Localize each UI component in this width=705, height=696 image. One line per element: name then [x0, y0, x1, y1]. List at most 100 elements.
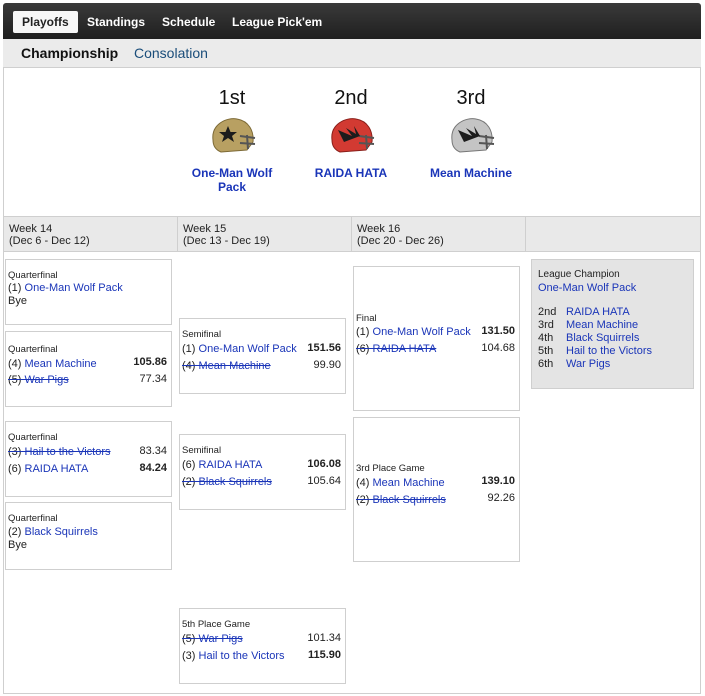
champion-team-link[interactable]: One-Man Wolf Pack	[538, 282, 636, 294]
round-label: Quarterfinal	[8, 513, 58, 524]
place-label: 2nd	[538, 306, 557, 318]
round-label: Quarterfinal	[8, 432, 58, 443]
team-row: (4) Mean Machine	[8, 358, 97, 370]
team-row: (1) One-Man Wolf Pack	[182, 343, 297, 355]
place-label: 2nd	[334, 87, 368, 109]
score: 77.34	[139, 373, 167, 385]
seed: (4)	[356, 477, 370, 489]
score: 139.10	[481, 475, 515, 487]
score: 101.34	[307, 632, 341, 644]
helmet-red-icon[interactable]	[326, 116, 376, 158]
podium-team-link[interactable]: One-Man Wolf Pack	[182, 166, 282, 194]
team-link[interactable]: One-Man Wolf Pack	[373, 326, 471, 338]
seed: (5)	[8, 374, 22, 386]
team-row: (6) RAIDA HATA	[8, 463, 88, 475]
score: 83.34	[139, 445, 167, 457]
team-link[interactable]: Hail to the Victors	[566, 345, 652, 357]
standing-row: 6th War Pigs	[538, 358, 610, 370]
team-link[interactable]: War Pigs	[566, 358, 610, 370]
team-link[interactable]: War Pigs	[199, 633, 243, 645]
team-link[interactable]: Mean Machine	[199, 360, 271, 372]
round-label: 5th Place Game	[182, 619, 251, 630]
seed: (2)	[8, 526, 22, 538]
team-link[interactable]: Black Squirrels	[373, 494, 446, 506]
team-link[interactable]: Black Squirrels	[199, 476, 272, 488]
matchup-quarterfinal-2: Quarterfinal (4) Mean Machine 105.86 (5)…	[5, 331, 172, 407]
team-link[interactable]: Mean Machine	[373, 477, 445, 489]
team-link[interactable]: One-Man Wolf Pack	[199, 343, 297, 355]
seed: (4)	[182, 360, 196, 372]
place-label: 6th	[538, 358, 554, 370]
week-dates: (Dec 13 - Dec 19)	[183, 235, 270, 247]
podium-team-link[interactable]: RAIDA HATA	[286, 166, 416, 180]
seed: (1)	[356, 326, 370, 338]
standing-row: 5th Hail to the Victors	[538, 345, 652, 357]
team-link[interactable]: RAIDA HATA	[199, 459, 263, 471]
week-title: Week 16	[357, 223, 401, 235]
seed: (6)	[356, 343, 370, 355]
tab-championship[interactable]: Championship	[21, 45, 118, 61]
tab-league-pickem[interactable]: League Pick'em	[223, 11, 331, 33]
team-row: (2) Black Squirrels	[8, 526, 98, 538]
standing-row: 3rd Mean Machine	[538, 319, 638, 331]
matchup-third-place: 3rd Place Game (4) Mean Machine 139.10 (…	[353, 417, 520, 562]
tab-standings[interactable]: Standings	[78, 11, 154, 33]
matchup-semifinal-1: Semifinal (1) One-Man Wolf Pack 151.56 (…	[179, 318, 346, 394]
team-row-eliminated: (2) Black Squirrels	[182, 476, 272, 488]
seed: (4)	[8, 358, 22, 370]
tab-playoffs[interactable]: Playoffs	[13, 11, 78, 33]
helmet-silver-icon[interactable]	[446, 116, 496, 158]
helmet-gold-icon[interactable]	[207, 116, 257, 158]
team-link[interactable]: RAIDA HATA	[373, 343, 437, 355]
podium-first: 1st One-Man Wolf Pack	[167, 87, 297, 194]
team-row-eliminated: (6) RAIDA HATA	[356, 343, 436, 355]
team-link[interactable]: RAIDA HATA	[566, 306, 630, 318]
place-label: 5th	[538, 345, 554, 357]
team-row-eliminated: (2) Black Squirrels	[356, 494, 446, 506]
seed: (6)	[8, 463, 22, 475]
podium-third: 3rd Mean Machine	[406, 87, 536, 180]
team-link[interactable]: Black Squirrels	[25, 526, 98, 538]
seed: (2)	[182, 476, 196, 488]
score: 115.90	[307, 649, 341, 661]
seed: (3)	[182, 650, 196, 662]
place-label: 4th	[538, 332, 554, 344]
place-label: 3rd	[456, 87, 486, 109]
league-champion-box: League Champion One-Man Wolf Pack 2nd RAI…	[531, 259, 694, 389]
matchup-quarterfinal-3: Quarterfinal (3) Hail to the Victors 83.…	[5, 421, 172, 497]
week-14-header: Week 14 (Dec 6 - Dec 12)	[4, 217, 178, 251]
score: 151.56	[307, 342, 341, 354]
team-link[interactable]: Hail to the Victors	[199, 650, 285, 662]
seed: (2)	[356, 494, 370, 506]
champion-label: League Champion	[538, 269, 620, 280]
team-row: (4) Mean Machine	[356, 477, 445, 489]
team-link[interactable]: Hail to the Victors	[25, 446, 111, 458]
podium-team-link[interactable]: Mean Machine	[406, 166, 536, 180]
team-row-eliminated: (4) Mean Machine	[182, 360, 271, 372]
round-label: Final	[356, 313, 377, 324]
tab-schedule[interactable]: Schedule	[153, 11, 224, 33]
score: 105.86	[133, 356, 167, 368]
place-label: 1st	[218, 87, 246, 109]
team-row: (6) RAIDA HATA	[182, 459, 262, 471]
team-link[interactable]: One-Man Wolf Pack	[25, 282, 123, 294]
place-label: 3rd	[538, 319, 554, 331]
seed: (1)	[182, 343, 196, 355]
team-link[interactable]: Mean Machine	[566, 319, 638, 331]
seed: (6)	[182, 459, 196, 471]
week-dates: (Dec 20 - Dec 26)	[357, 235, 444, 247]
team-row-eliminated: (5) War Pigs	[8, 374, 69, 386]
team-link[interactable]: RAIDA HATA	[25, 463, 89, 475]
team-row: (3) Hail to the Victors	[182, 650, 285, 662]
week-title: Week 15	[183, 223, 227, 235]
matchup-quarterfinal-1: Quarterfinal (1) One-Man Wolf Pack Bye	[5, 259, 172, 325]
team-link[interactable]: War Pigs	[25, 374, 69, 386]
team-link[interactable]: Black Squirrels	[566, 332, 639, 344]
team-link[interactable]: Mean Machine	[25, 358, 97, 370]
seed: (5)	[182, 633, 196, 645]
score: 84.24	[139, 462, 167, 474]
tab-consolation[interactable]: Consolation	[134, 45, 208, 61]
podium-second: 2nd RAIDA HATA	[286, 87, 416, 180]
round-label: Semifinal	[182, 329, 222, 340]
round-label: Semifinal	[182, 445, 222, 456]
